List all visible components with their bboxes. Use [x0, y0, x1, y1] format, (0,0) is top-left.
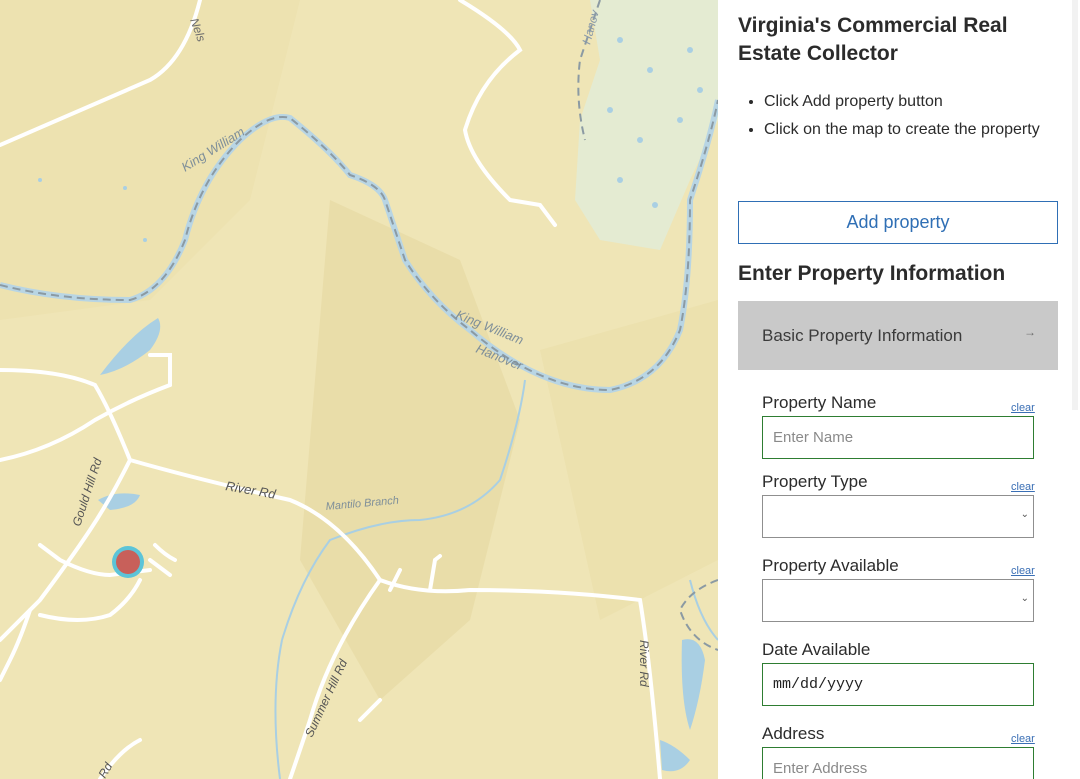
instruction-step: Click Add property button [764, 88, 1064, 116]
instructions-list: Click Add property button Click on the m… [744, 88, 1064, 144]
chevron-down-icon: ⌄ [1020, 593, 1029, 604]
pond [100, 318, 161, 375]
stream [689, 579, 718, 641]
section-heading: Enter Property Information [738, 262, 1006, 285]
property-type-label: Property Type [762, 472, 868, 491]
clear-address-link[interactable]: clear [1011, 733, 1035, 745]
property-available-label: Property Available [762, 556, 899, 575]
arrow-right-icon: → [1024, 325, 1036, 339]
property-name-input[interactable] [762, 416, 1034, 459]
terrain-shade [300, 200, 520, 700]
property-name-label: Property Name [762, 393, 877, 412]
instruction-step: Click on the map to create the property [764, 116, 1064, 144]
map-label-summer-hill-rd: Summer Hill Rd [302, 657, 350, 739]
pond [681, 639, 705, 730]
add-property-button[interactable]: Add property [738, 201, 1058, 244]
terrain-shade [540, 300, 718, 620]
panel-title: Virginia's Commercial Real Estate Collec… [738, 14, 1008, 65]
map-label-river-rd-vertical: River Rd [637, 640, 651, 687]
basic-info-accordion[interactable]: Basic Property Information → [738, 301, 1058, 370]
clear-type-link[interactable]: clear [1011, 481, 1035, 493]
pond [660, 740, 690, 772]
address-input[interactable] [762, 747, 1034, 779]
address-label: Address [762, 724, 825, 743]
map-label-river-rd: River Rd [224, 478, 277, 502]
accordion-label: Basic Property Information [762, 325, 963, 345]
date-available-input[interactable]: mm/dd/yyyy [762, 663, 1034, 706]
property-panel: Virginia's Commercial Real Estate Collec… [718, 0, 1080, 779]
marsh-area [575, 0, 718, 250]
map-view[interactable]: Nels Hanov King William King William Han… [0, 0, 718, 779]
panel-scrollbar[interactable] [1072, 0, 1078, 410]
clear-name-link[interactable]: clear [1011, 402, 1035, 414]
chevron-down-icon: ⌄ [1020, 509, 1029, 520]
property-available-select[interactable]: ⌄ [762, 579, 1034, 622]
date-available-label: Date Available [762, 640, 871, 659]
terrain-shade [0, 0, 300, 320]
property-type-select[interactable]: ⌄ [762, 495, 1034, 538]
stream [274, 639, 283, 779]
clear-available-link[interactable]: clear [1011, 565, 1035, 577]
property-marker[interactable] [116, 550, 140, 574]
basemap: Nels Hanov King William King William Han… [0, 0, 718, 779]
